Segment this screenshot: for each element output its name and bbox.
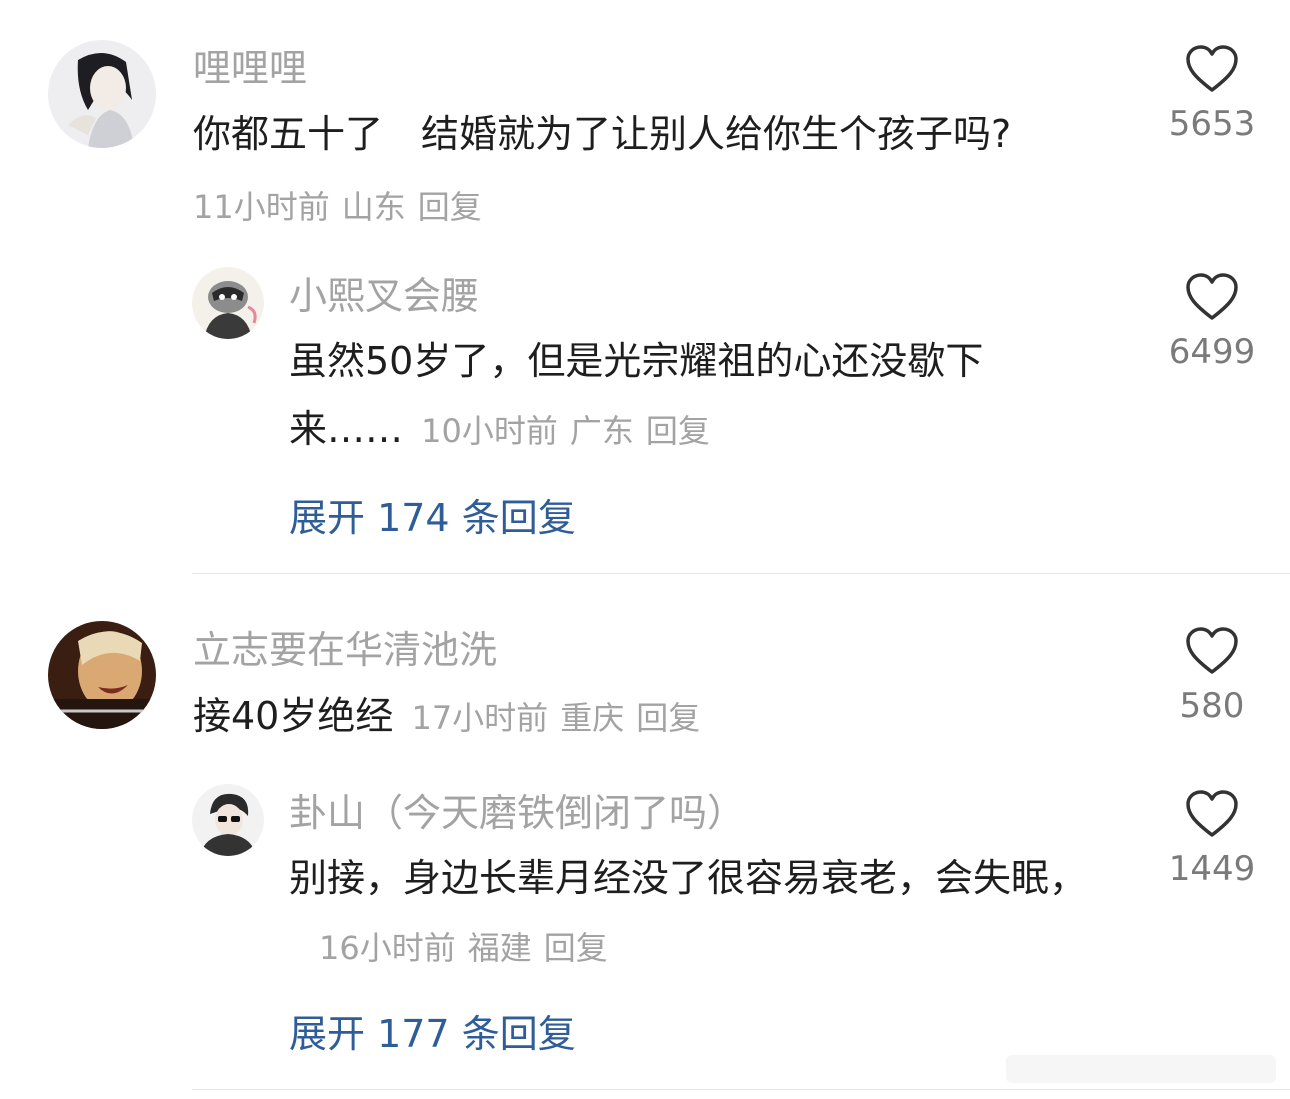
comment-text: 你都五十了 结婚就为了让别人给你生个孩子吗? — [193, 100, 1153, 168]
like-count: 580 — [1179, 686, 1245, 726]
avatar[interactable] — [48, 40, 156, 148]
reply-button[interactable]: 回复 — [646, 412, 710, 450]
divider — [192, 573, 1290, 574]
comment-text: 接40岁绝经 17小时前 重庆 回复 — [193, 682, 1153, 752]
watermark — [1006, 1051, 1276, 1087]
avatar[interactable] — [192, 784, 264, 856]
expand-replies-link[interactable]: 展开 174 条回复 — [289, 487, 576, 542]
comment-meta: 17小时前 重庆 回复 — [411, 699, 712, 737]
heart-outline-icon — [1157, 44, 1267, 94]
reply-text: 虽然50岁了，但是光宗耀祖的心还没歇下来…… 10小时前 广东 回复 — [289, 327, 1089, 465]
comment-username[interactable]: 立志要在华清池洗 — [193, 626, 497, 674]
like-count: 5653 — [1168, 104, 1256, 144]
reply-meta: 10小时前 广东 回复 — [421, 412, 722, 450]
comment-username[interactable]: 哩哩哩 — [193, 44, 307, 92]
like-button[interactable]: 6499 — [1157, 272, 1267, 372]
reply-text: 别接，身边长辈月经没了很容易衰老，会失眠， 16小时前 福建 回复 — [289, 844, 1119, 982]
avatar[interactable] — [48, 621, 156, 729]
divider — [192, 1089, 1290, 1090]
reply-username[interactable]: 卦山（今天磨铁倒闭了吗） — [289, 789, 745, 837]
reply-location: 福建 — [467, 929, 532, 967]
reply-location: 广东 — [569, 412, 634, 450]
reply-time: 10小时前 — [421, 412, 558, 450]
reply-button[interactable]: 回复 — [418, 188, 482, 226]
comment-location: 重庆 — [560, 699, 625, 737]
heart-outline-icon — [1157, 626, 1267, 676]
comment-text-content: 你都五十了 结婚就为了让别人给你生个孩子吗? — [193, 112, 1012, 156]
reply-text-content: 别接，身边长辈月经没了很容易衰老，会失眠， — [289, 856, 1088, 900]
reply-button[interactable]: 回复 — [636, 699, 700, 737]
heart-outline-icon — [1157, 789, 1267, 839]
comment-location: 山东 — [341, 188, 406, 226]
like-button[interactable]: 5653 — [1157, 44, 1267, 144]
comment-time: 17小时前 — [411, 699, 549, 737]
expand-replies-link[interactable]: 展开 177 条回复 — [289, 1003, 576, 1058]
comment-meta: 11小时前 山东 回复 — [193, 182, 494, 228]
like-button[interactable]: 1449 — [1157, 789, 1267, 889]
avatar[interactable] — [192, 267, 264, 339]
reply-time: 16小时前 — [319, 929, 456, 967]
reply-username[interactable]: 小熙叉会腰 — [289, 272, 479, 320]
reply-meta: 16小时前 福建 回复 — [319, 929, 620, 967]
like-count: 6499 — [1168, 332, 1256, 372]
like-count: 1449 — [1168, 849, 1256, 889]
comment-time: 11小时前 — [193, 188, 330, 226]
reply-button[interactable]: 回复 — [544, 929, 608, 967]
like-button[interactable]: 580 — [1157, 626, 1267, 726]
heart-outline-icon — [1157, 272, 1267, 322]
comment-text-content: 接40岁绝经 — [193, 694, 394, 738]
